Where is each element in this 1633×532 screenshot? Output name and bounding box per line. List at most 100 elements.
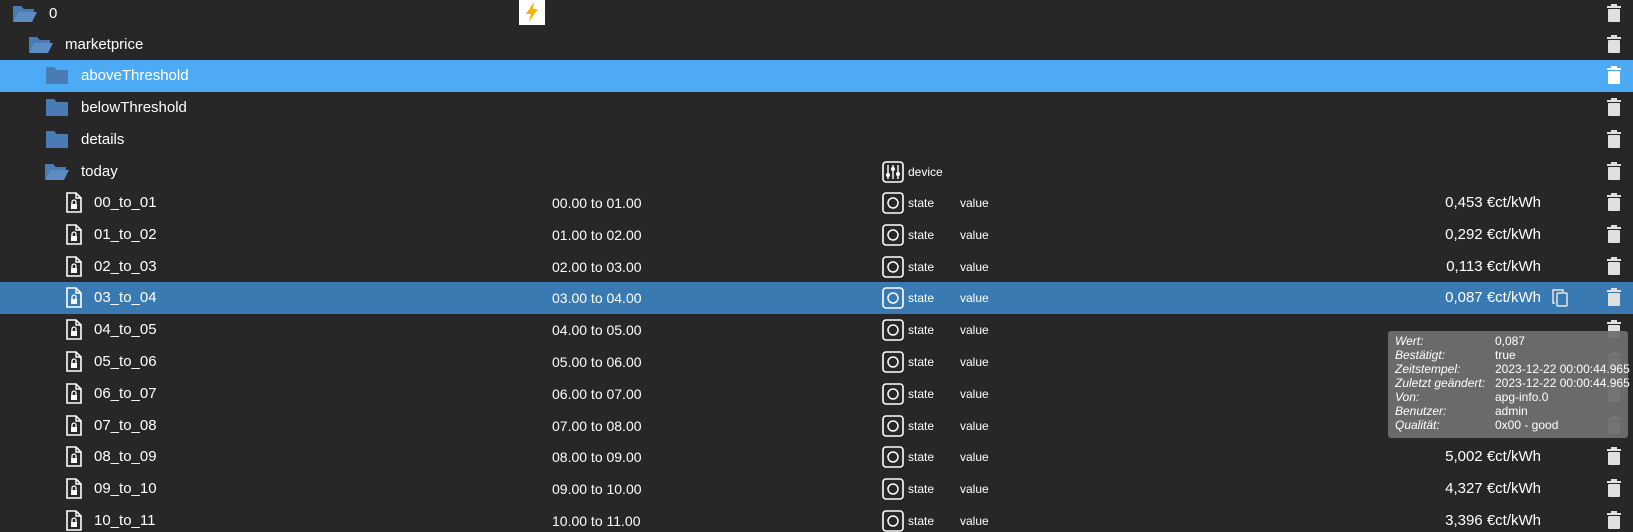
file-lock-icon (66, 415, 82, 436)
state-icon (882, 415, 904, 437)
tooltip-row: Qualität: 0x00 - good (1388, 418, 1628, 432)
file-lock-icon (66, 446, 82, 467)
tooltip-row: Zuletzt geändert: 2023-12-22 00:00:44.96… (1388, 376, 1630, 390)
state-value[interactable]: 0,292 €ct/kWh (1445, 219, 1541, 251)
folder-open-icon (13, 6, 37, 22)
trash-icon[interactable] (1607, 130, 1621, 148)
state-value[interactable]: 0,087 €ct/kWh (1445, 282, 1541, 314)
role-label: value (960, 228, 989, 242)
file-lock-icon (66, 351, 82, 372)
state-value[interactable]: 5,002 €ct/kWh (1445, 441, 1541, 473)
state-name: 10.00 to 11.00 (552, 513, 641, 529)
state-icon (882, 478, 904, 500)
tree-row-state[interactable]: 03_to_04 03.00 to 04.00 state value 0,087 €c… (0, 282, 1633, 314)
tree-row-state[interactable]: 10_to_11 10.00 to 11.00 state value 3,396 €c… (0, 505, 1633, 532)
tree-row-state[interactable]: 09_to_10 09.00 to 10.00 state value 4,327 €c… (0, 473, 1633, 505)
file-lock-icon (66, 287, 82, 308)
object-tree: 0 marketprice aboveThreshold belowThresh… (0, 0, 1633, 532)
tree-row-abovethreshold[interactable]: aboveThreshold (0, 60, 1633, 92)
tooltip-value: true (1495, 348, 1516, 362)
state-name: 02.00 to 03.00 (552, 259, 642, 275)
role-label: value (960, 355, 989, 369)
state-icon (882, 383, 904, 405)
folder-open-icon (29, 37, 53, 53)
copy-icon[interactable] (1552, 289, 1568, 307)
tree-label-marketprice: marketprice (65, 36, 144, 53)
tree-label-today: today (81, 163, 118, 180)
state-name: 00.00 to 01.00 (552, 195, 642, 211)
state-icon (882, 256, 904, 278)
state-value[interactable]: 4,327 €ct/kWh (1445, 473, 1541, 505)
state-icon (882, 351, 904, 373)
state-icon (882, 192, 904, 214)
tooltip-label: Benutzer: (1395, 404, 1447, 418)
tooltip-value: apg-info.0 (1495, 390, 1549, 404)
tree-label-abovethreshold: aboveThreshold (81, 67, 189, 84)
trash-icon[interactable] (1607, 162, 1621, 180)
role-label: value (960, 482, 989, 496)
trash-icon[interactable] (1607, 257, 1621, 275)
state-id: 07_to_08 (94, 417, 157, 434)
state-id: 05_to_06 (94, 353, 157, 370)
folder-icon (46, 67, 68, 84)
role-label: value (960, 323, 989, 337)
tooltip-row: Benutzer: admin (1388, 404, 1628, 418)
tree-row-state[interactable]: 00_to_01 00.00 to 01.00 state value 0,453 €c… (0, 187, 1633, 219)
tooltip-value: 0,087 (1495, 334, 1526, 348)
state-id: 09_to_10 (94, 480, 157, 497)
file-lock-icon (66, 256, 82, 277)
state-icon (882, 224, 904, 246)
role-label: value (960, 450, 989, 464)
tree-row-state[interactable]: 01_to_02 01.00 to 02.00 state value 0,292 €c… (0, 219, 1633, 251)
file-lock-icon (66, 224, 82, 245)
device-icon (882, 161, 904, 183)
state-icon (882, 287, 904, 309)
tree-row-today[interactable]: today device (0, 156, 1633, 188)
type-label: state (908, 355, 935, 369)
tooltip-row: Zeitstempel: 2023-12-22 00:00:44.965 (1388, 362, 1630, 376)
type-label: state (908, 387, 935, 401)
trash-icon[interactable] (1607, 447, 1621, 465)
state-value[interactable]: 0,453 €ct/kWh (1445, 187, 1541, 219)
state-name: 08.00 to 09.00 (552, 449, 642, 465)
tooltip-label: Wert: (1395, 334, 1424, 348)
file-lock-icon (66, 383, 82, 404)
trash-icon[interactable] (1607, 193, 1621, 211)
tooltip-value: 2023-12-22 00:00:44.965 (1495, 362, 1630, 376)
state-name: 03.00 to 04.00 (552, 290, 642, 306)
type-label: state (908, 482, 935, 496)
state-id: 04_to_05 (94, 321, 157, 338)
type-label: state (908, 291, 935, 305)
tooltip-label: Von: (1395, 390, 1420, 404)
role-label: value (960, 196, 989, 210)
tree-row-root[interactable]: 0 (0, 0, 1633, 30)
lightning-bolt-icon[interactable] (519, 0, 545, 25)
tree-label-details: details (81, 131, 125, 148)
state-icon (882, 510, 904, 532)
trash-icon[interactable] (1607, 479, 1621, 497)
state-name: 07.00 to 08.00 (552, 418, 642, 434)
folder-icon (46, 131, 68, 148)
state-value[interactable]: 3,396 €ct/kWh (1445, 505, 1541, 532)
tree-row-details[interactable]: details (0, 124, 1633, 156)
trash-icon[interactable] (1607, 35, 1621, 53)
tree-label-root: 0 (49, 5, 58, 22)
state-name: 05.00 to 06.00 (552, 354, 642, 370)
state-id: 08_to_09 (94, 448, 157, 465)
state-name: 09.00 to 10.00 (552, 481, 642, 497)
tree-row-state[interactable]: 02_to_03 02.00 to 03.00 state value 0,113 €c… (0, 251, 1633, 283)
trash-icon[interactable] (1607, 225, 1621, 243)
tree-row-marketprice[interactable]: marketprice (0, 29, 1633, 61)
tree-row-state[interactable]: 08_to_09 08.00 to 09.00 state value 5,002 €c… (0, 441, 1633, 473)
type-label: state (908, 228, 935, 242)
role-label: value (960, 419, 989, 433)
trash-icon[interactable] (1607, 98, 1621, 116)
file-lock-icon (66, 510, 82, 531)
trash-icon[interactable] (1607, 4, 1621, 22)
state-value[interactable]: 0,113 €ct/kWh (1446, 251, 1541, 283)
state-name: 04.00 to 05.00 (552, 322, 642, 338)
trash-icon[interactable] (1607, 511, 1621, 529)
tree-row-belowthreshold[interactable]: belowThreshold (0, 92, 1633, 124)
trash-icon[interactable] (1607, 66, 1621, 84)
trash-icon[interactable] (1607, 288, 1621, 306)
